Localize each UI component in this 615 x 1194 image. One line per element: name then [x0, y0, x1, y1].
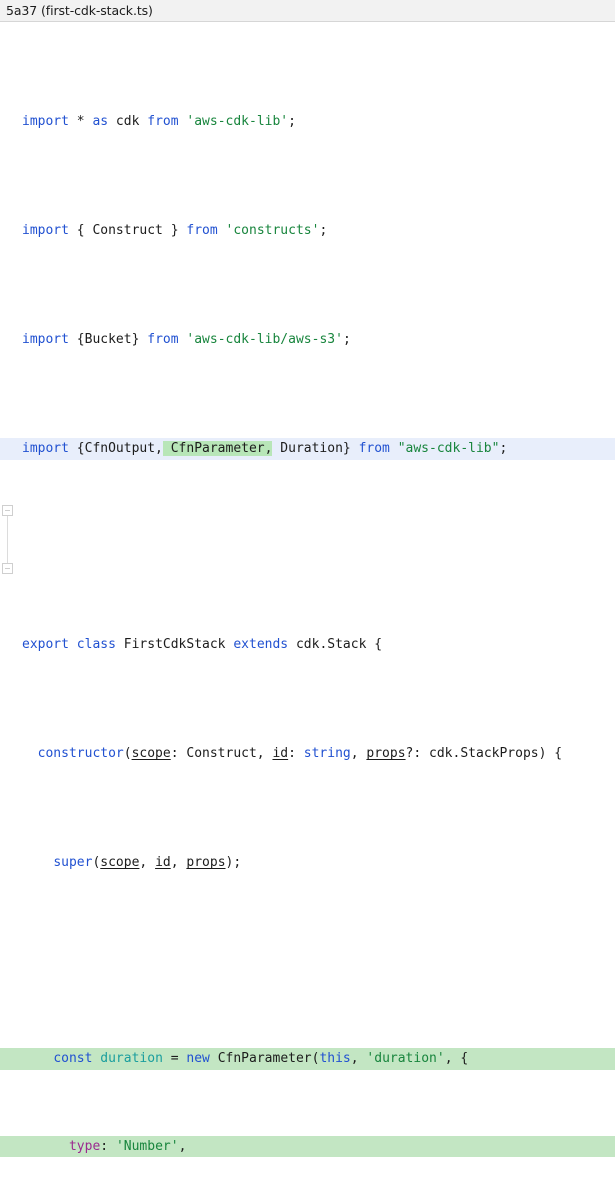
- token-plain: cdk.Stack {: [288, 637, 383, 653]
- code-line[interactable]: export class FirstCdkStack extends cdk.S…: [0, 634, 615, 656]
- token-plain: *: [68, 114, 93, 130]
- code-line[interactable]: constructor(scope: Construct, id: string…: [0, 743, 615, 765]
- token-param: props: [366, 746, 406, 762]
- token-plain: :: [100, 1138, 116, 1154]
- token-plain: );: [225, 855, 242, 871]
- token-plain: cdk: [108, 114, 148, 130]
- code-line-added[interactable]: type: 'Number',: [0, 1135, 615, 1158]
- token-plain: ?: cdk.StackProps) {: [405, 746, 563, 762]
- token-plain: {CfnOutput,: [68, 441, 163, 457]
- code-line-blank[interactable]: [0, 525, 615, 547]
- file-header-bar: 5a37 (first-cdk-stack.ts): [0, 0, 615, 22]
- token-this: this: [319, 1051, 351, 1067]
- token-plain: CfnParameter(: [209, 1051, 320, 1067]
- token-plain: { Construct }: [68, 223, 187, 239]
- code-line[interactable]: super(scope, id, props);: [0, 852, 615, 874]
- token-string: 'duration': [366, 1051, 445, 1067]
- code-line-added[interactable]: const duration = new CfnParameter(this , …: [0, 1048, 615, 1071]
- token-keyword: const: [53, 1051, 93, 1067]
- code-fold-guide-line: [7, 516, 8, 564]
- code-line-highlighted[interactable]: import {CfnOutput, CfnParameter, Duratio…: [0, 438, 615, 460]
- token-keyword: import: [22, 332, 69, 348]
- code-fold-toggle-icon[interactable]: [2, 563, 13, 574]
- token-keyword: import: [22, 441, 69, 457]
- token-variable: duration: [92, 1051, 171, 1067]
- code-line[interactable]: import * as cdk from 'aws-cdk-lib';: [0, 111, 615, 133]
- token-string: 'aws-cdk-lib': [178, 114, 289, 130]
- token-keyword: import: [22, 114, 69, 130]
- token-plain: ;: [499, 441, 508, 457]
- token-plain: :: [288, 746, 304, 762]
- token-plain: ,: [139, 855, 156, 871]
- token-plain: ,: [178, 1138, 187, 1154]
- token-keyword: extends: [233, 637, 289, 653]
- token-plain: ;: [319, 223, 328, 239]
- token-keyword: from: [358, 441, 390, 457]
- token-plain: ;: [288, 114, 296, 130]
- token-plain: Duration}: [272, 441, 359, 457]
- token-param: scope: [131, 746, 171, 762]
- token-plain: {Bucket}: [68, 332, 148, 348]
- token-property: type: [68, 1138, 101, 1154]
- token-param: props: [186, 855, 226, 871]
- token-param: id: [155, 855, 171, 871]
- code-content[interactable]: import * as cdk from 'aws-cdk-lib'; impo…: [0, 22, 615, 1194]
- token-keyword: from: [147, 114, 179, 130]
- token-plain: , {: [444, 1051, 469, 1067]
- token-plain: ,: [350, 1051, 367, 1067]
- code-diff-viewer: 5a37 (first-cdk-stack.ts) import * as cd…: [0, 0, 615, 1158]
- token-string: 'constructs': [217, 223, 320, 239]
- token-keyword: from: [186, 223, 218, 239]
- token-super: super: [53, 855, 93, 871]
- code-line[interactable]: import {Bucket} from 'aws-cdk-lib/aws-s3…: [0, 329, 615, 351]
- token-keyword: as: [92, 114, 109, 130]
- token-keyword: from: [147, 332, 179, 348]
- token-plain: : Construct,: [170, 746, 273, 762]
- token-keyword: import: [22, 223, 69, 239]
- code-line-blank[interactable]: [0, 939, 615, 961]
- file-header-title: 5a37 (first-cdk-stack.ts): [6, 3, 153, 18]
- token-string: 'Number': [115, 1138, 179, 1154]
- token-param: id: [272, 746, 289, 762]
- code-line[interactable]: import { Construct } from 'constructs';: [0, 220, 615, 242]
- token-constructor: constructor: [37, 746, 124, 762]
- token-class-name: FirstCdkStack: [115, 637, 234, 653]
- token-plain: =: [170, 1051, 187, 1067]
- code-fold-toggle-icon[interactable]: [2, 505, 13, 516]
- token-added-highlight: CfnParameter,: [162, 441, 273, 457]
- token-keyword: new: [186, 1051, 210, 1067]
- token-plain: ;: [342, 332, 351, 348]
- token-plain: ,: [170, 855, 187, 871]
- token-param: scope: [100, 855, 140, 871]
- token-keyword: export: [22, 637, 69, 653]
- token-plain: ,: [350, 746, 367, 762]
- token-string: 'aws-cdk-lib/aws-s3': [178, 332, 343, 348]
- token-keyword: class: [68, 637, 116, 653]
- token-type: string: [303, 746, 351, 762]
- token-string: "aws-cdk-lib": [389, 441, 500, 457]
